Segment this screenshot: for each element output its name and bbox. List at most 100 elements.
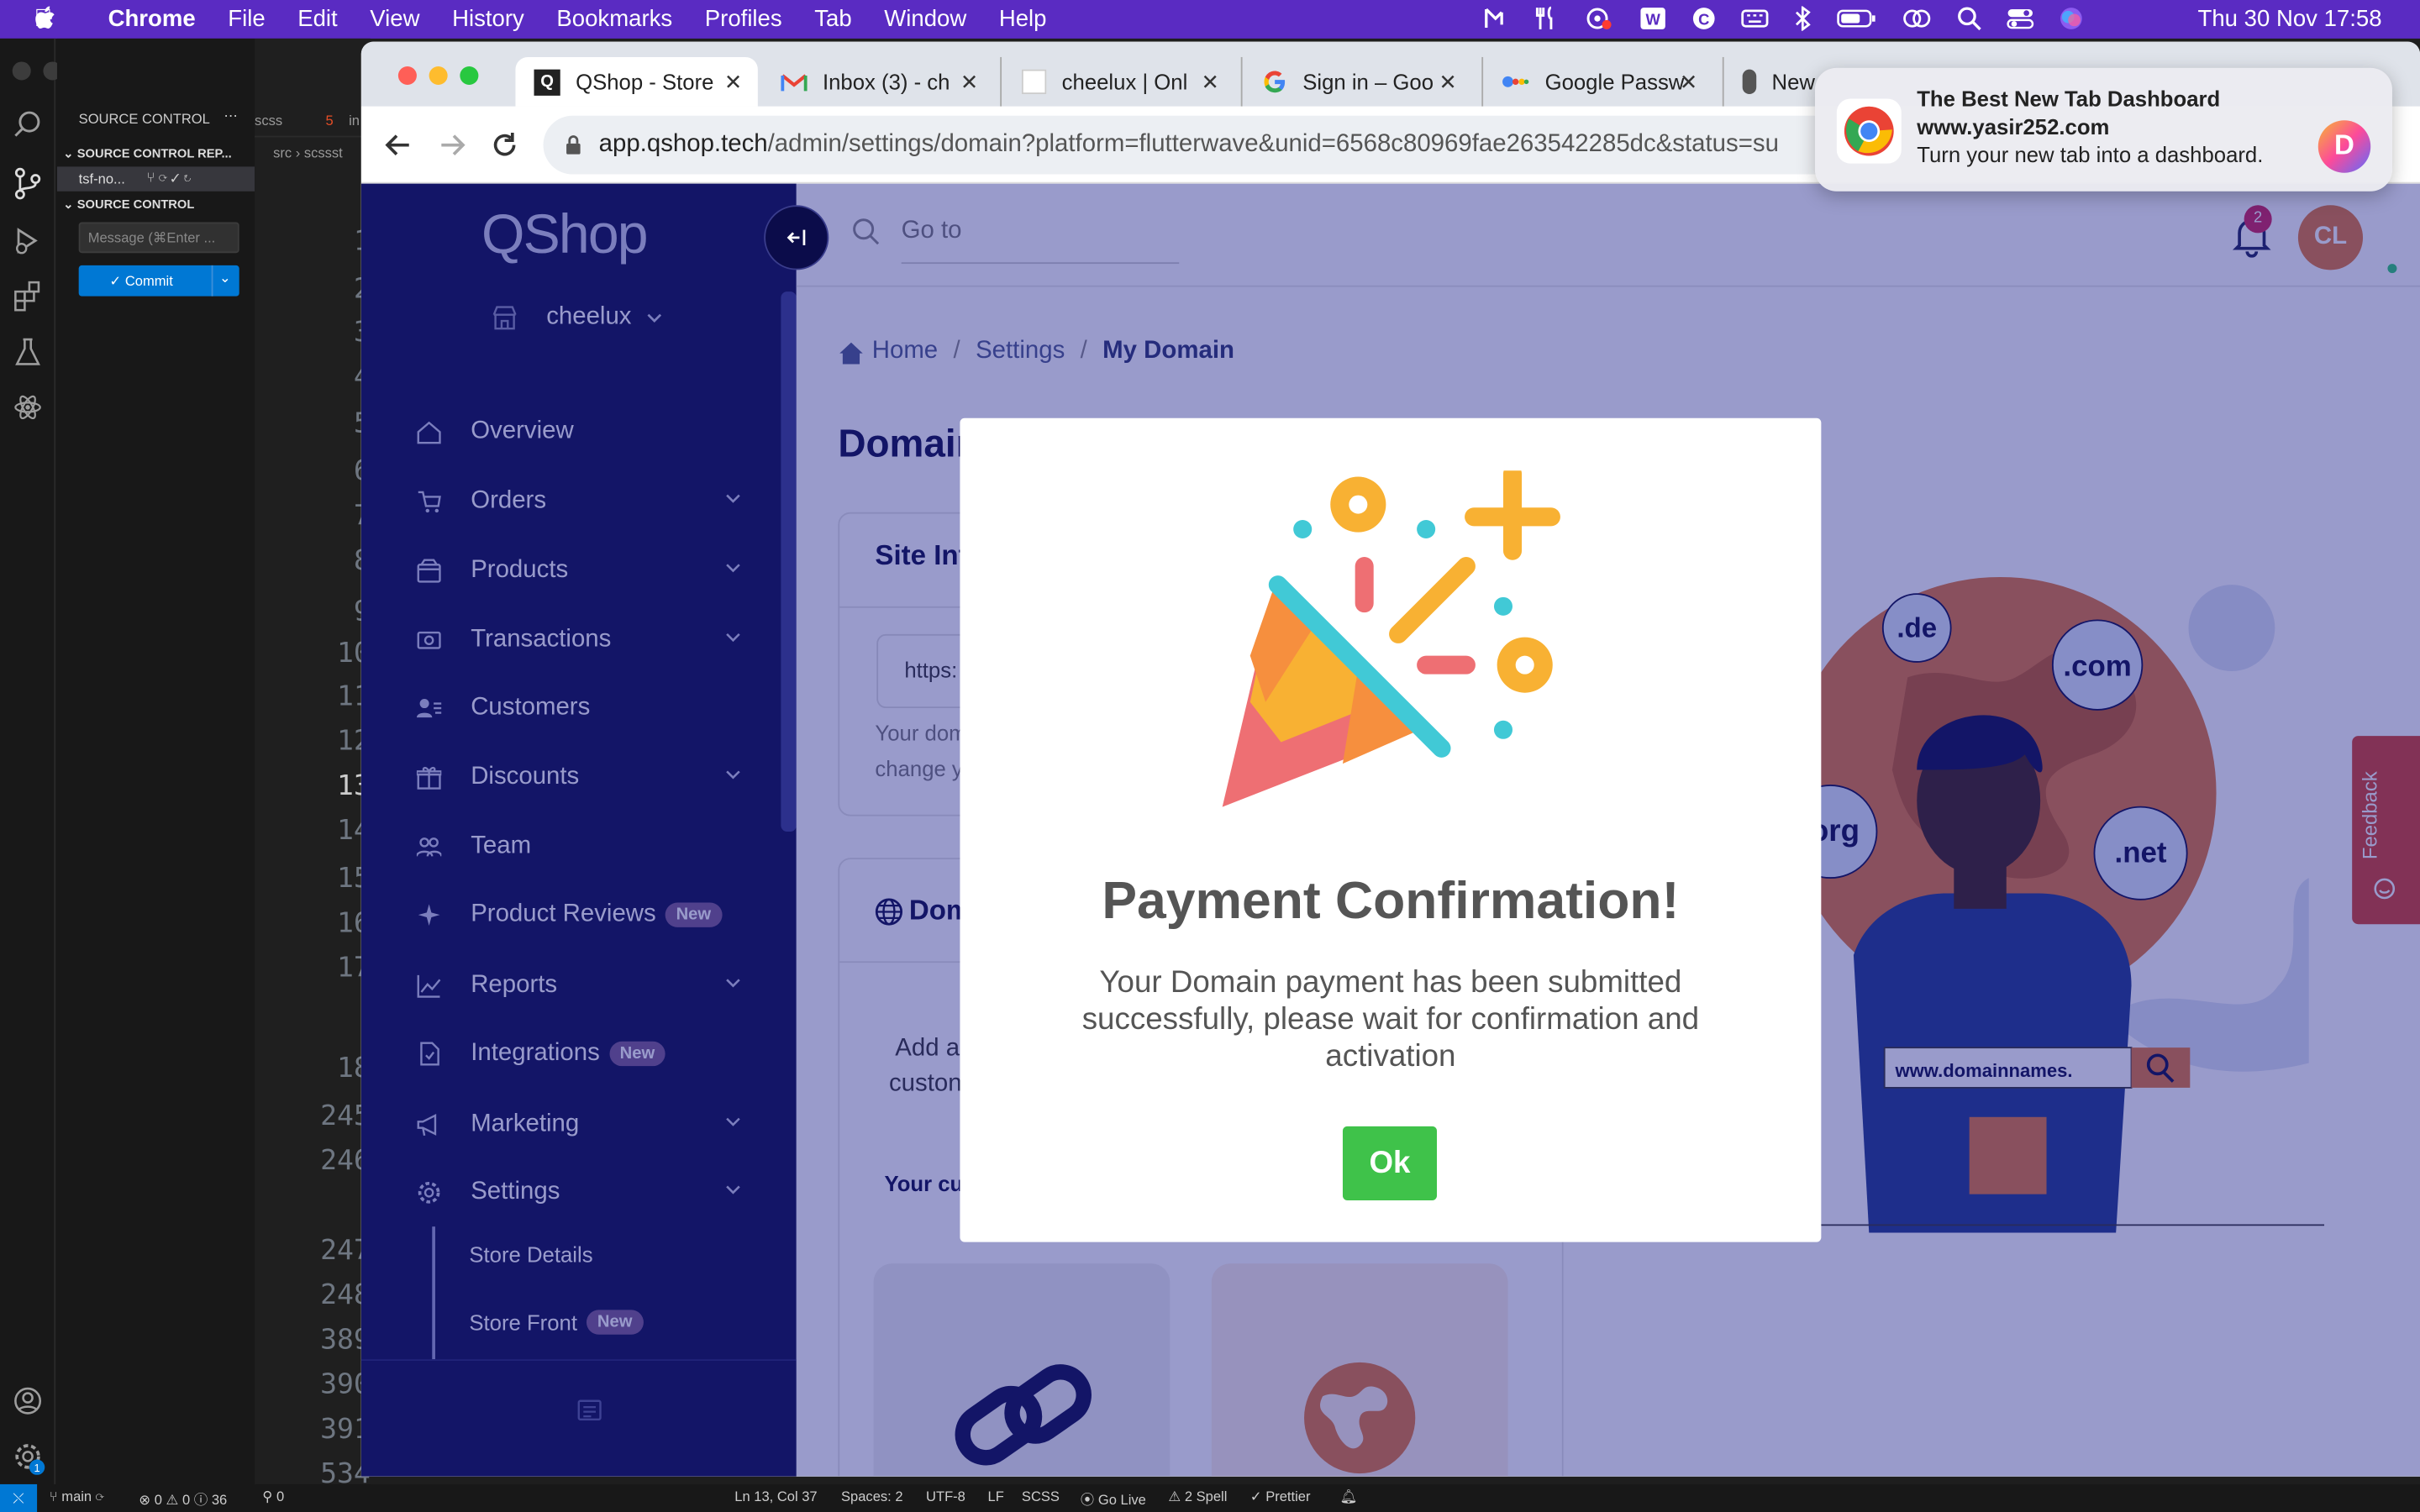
- gmail-favicon-icon: [781, 73, 808, 91]
- dashboard-app-letter: D: [2334, 129, 2354, 161]
- scm-panel-title: SOURCE CONTROL: [78, 111, 210, 127]
- vscode-activity-bar: 1: [0, 38, 62, 1497]
- bluetooth-icon[interactable]: [1793, 6, 1812, 31]
- menubar-clock[interactable]: Thu 30 Nov 17:58: [2198, 6, 2382, 32]
- close-window-button[interactable]: [12, 61, 31, 81]
- notification-body: Turn your new tab into a dashboard.: [1917, 141, 2264, 167]
- go-live-button[interactable]: ⦿ Go Live: [1081, 1488, 1146, 1509]
- git-branch[interactable]: ⑂ main ⟳: [50, 1488, 104, 1504]
- party-popper-icon: [1222, 470, 1560, 807]
- system-notification[interactable]: The Best New Tab Dashboard www.yasir252.…: [1815, 67, 2392, 192]
- tab-close-icon[interactable]: ✕: [724, 70, 743, 96]
- tab-google-signin-title: Sign in – Goo: [1302, 69, 1434, 95]
- cursor-position[interactable]: Ln 13, Col 37: [734, 1488, 817, 1504]
- apple-logo-icon[interactable]: [34, 6, 55, 30]
- scm-repo-actions[interactable]: ⑂ ⟳ ✓ ↻: [146, 170, 191, 185]
- problems-count[interactable]: ⊗ 0 ⚠ 0 ⓘ 36: [139, 1488, 227, 1509]
- git-branch-label: main: [61, 1488, 92, 1504]
- tab-close-icon[interactable]: ✕: [1201, 70, 1219, 96]
- editor-tab-scss[interactable]: scss: [255, 113, 282, 128]
- indent-spaces[interactable]: Spaces: 2: [841, 1488, 903, 1504]
- ports-count[interactable]: ⚲ 0: [262, 1488, 284, 1505]
- svg-text:W: W: [1645, 10, 1660, 28]
- cursor-tool-icon[interactable]: [1481, 6, 1509, 30]
- more-actions-icon[interactable]: ⋯: [224, 108, 238, 125]
- menu-edit[interactable]: Edit: [297, 6, 337, 32]
- close-window-button[interactable]: [397, 66, 417, 86]
- screen-mirror-icon[interactable]: [1902, 6, 1933, 30]
- file-encoding[interactable]: UTF-8: [926, 1488, 965, 1504]
- language-mode[interactable]: SCSS: [1022, 1488, 1060, 1504]
- word-icon[interactable]: W: [1639, 6, 1667, 30]
- tab-google-passwords-title: Google Passw: [1544, 69, 1685, 95]
- notifications-bell-icon[interactable]: 🔔︎: [1339, 1488, 1357, 1505]
- battery-icon[interactable]: [1837, 6, 1877, 30]
- siri-icon[interactable]: [2059, 6, 2083, 30]
- reload-icon[interactable]: [491, 131, 518, 159]
- menu-view[interactable]: View: [370, 6, 419, 32]
- scm-section-header[interactable]: ⌄ SOURCE CONTROL: [63, 197, 194, 212]
- minimize-window-button[interactable]: [429, 66, 448, 86]
- tab-close-icon[interactable]: ✕: [1680, 70, 1698, 96]
- menu-profiles[interactable]: Profiles: [705, 6, 782, 32]
- menu-help[interactable]: Help: [999, 6, 1047, 32]
- go-live-label: Go Live: [1097, 1492, 1146, 1508]
- scm-repos-header[interactable]: ⌄ SOURCE CONTROL REP...: [63, 146, 231, 160]
- search-icon[interactable]: [1957, 6, 1981, 31]
- spell-check[interactable]: ⚠ 2 Spell: [1168, 1488, 1227, 1505]
- manage-gear-icon[interactable]: 1: [13, 1441, 46, 1475]
- control-center-icon[interactable]: [2007, 6, 2034, 30]
- end-of-line[interactable]: LF: [988, 1488, 1004, 1504]
- prettier-status[interactable]: ✓ Prettier: [1250, 1488, 1311, 1505]
- status-icons: W C: [1481, 6, 2083, 31]
- dashboard-app-icon: D: [2317, 120, 2371, 173]
- lock-icon[interactable]: [565, 134, 581, 156]
- tab-gmail[interactable]: Inbox (3) - ch ✕: [778, 57, 994, 107]
- keyboard-icon[interactable]: [1741, 6, 1769, 30]
- commit-split-divider: [211, 265, 213, 297]
- tab-close-icon[interactable]: ✕: [1439, 70, 1457, 96]
- commit-button-label: ✓ Commit: [109, 273, 173, 289]
- menu-window[interactable]: Window: [884, 6, 966, 32]
- fork-knife-icon[interactable]: [1534, 6, 1559, 30]
- menu-bookmarks[interactable]: Bookmarks: [556, 6, 672, 32]
- tab-close-icon[interactable]: ✕: [960, 70, 979, 96]
- remote-indicator[interactable]: ⤬: [0, 1483, 38, 1512]
- scm-repo-row[interactable]: tsf-no... ⑂ ⟳ ✓ ↻: [56, 166, 255, 192]
- react-icon[interactable]: [13, 392, 44, 423]
- macos-menubar:  Chrome File Edit View History Bookmark…: [0, 0, 2420, 39]
- run-debug-icon[interactable]: [13, 225, 44, 256]
- scm-repo-name: tsf-no...: [78, 171, 125, 187]
- menubar-app-name[interactable]: Chrome: [108, 6, 196, 32]
- screen-record-icon[interactable]: [1583, 6, 1614, 30]
- tab-new[interactable]: New: [1722, 56, 1815, 107]
- scm-section-header-label: SOURCE CONTROL: [76, 197, 195, 212]
- extensions-icon[interactable]: [13, 281, 44, 312]
- cheelux-favicon-icon: [1021, 69, 1047, 95]
- account-icon[interactable]: [13, 1385, 44, 1416]
- spell-check-label: 2 Spell: [1184, 1488, 1228, 1504]
- commit-message-input[interactable]: Message (⌘Enter ...: [78, 222, 239, 254]
- c-app-icon[interactable]: C: [1691, 6, 1716, 30]
- collapse-sidebar-button[interactable]: [764, 205, 829, 270]
- back-arrow-icon[interactable]: [384, 131, 412, 159]
- url-path: /admin/settings/domain?platform=flutterw…: [767, 131, 1779, 158]
- menu-history[interactable]: History: [452, 6, 524, 32]
- forward-arrow-icon[interactable]: [439, 131, 466, 159]
- tab-google-signin[interactable]: Sign in – Goo ✕: [1240, 56, 1473, 107]
- modal-message: Your Domain payment has been submitted s…: [1081, 965, 1700, 1074]
- testing-flask-icon[interactable]: [13, 336, 44, 367]
- tab-qshop[interactable]: Q QShop - Store ✕: [515, 56, 758, 107]
- commit-button[interactable]: ✓ Commit ⌄: [78, 265, 239, 297]
- source-control-icon[interactable]: [13, 166, 44, 200]
- zoom-window-button[interactable]: [460, 66, 479, 86]
- vscode-status-bar: ⤬ ⑂ main ⟳ ⊗ 0 ⚠ 0 ⓘ 36 ⚲ 0 Ln 13, Col 3…: [0, 1483, 2420, 1512]
- menu-file[interactable]: File: [228, 6, 265, 32]
- tab-cheelux[interactable]: cheelux | Onl ✕: [1000, 56, 1234, 107]
- explorer-search-icon[interactable]: [13, 109, 44, 140]
- menu-tab[interactable]: Tab: [814, 6, 851, 32]
- commit-dropdown-icon[interactable]: ⌄: [219, 270, 231, 286]
- tab-google-passwords[interactable]: Google Passw ✕: [1481, 56, 1713, 107]
- ok-button[interactable]: Ok: [1342, 1126, 1438, 1200]
- chrome-app-icon: [1836, 98, 1902, 164]
